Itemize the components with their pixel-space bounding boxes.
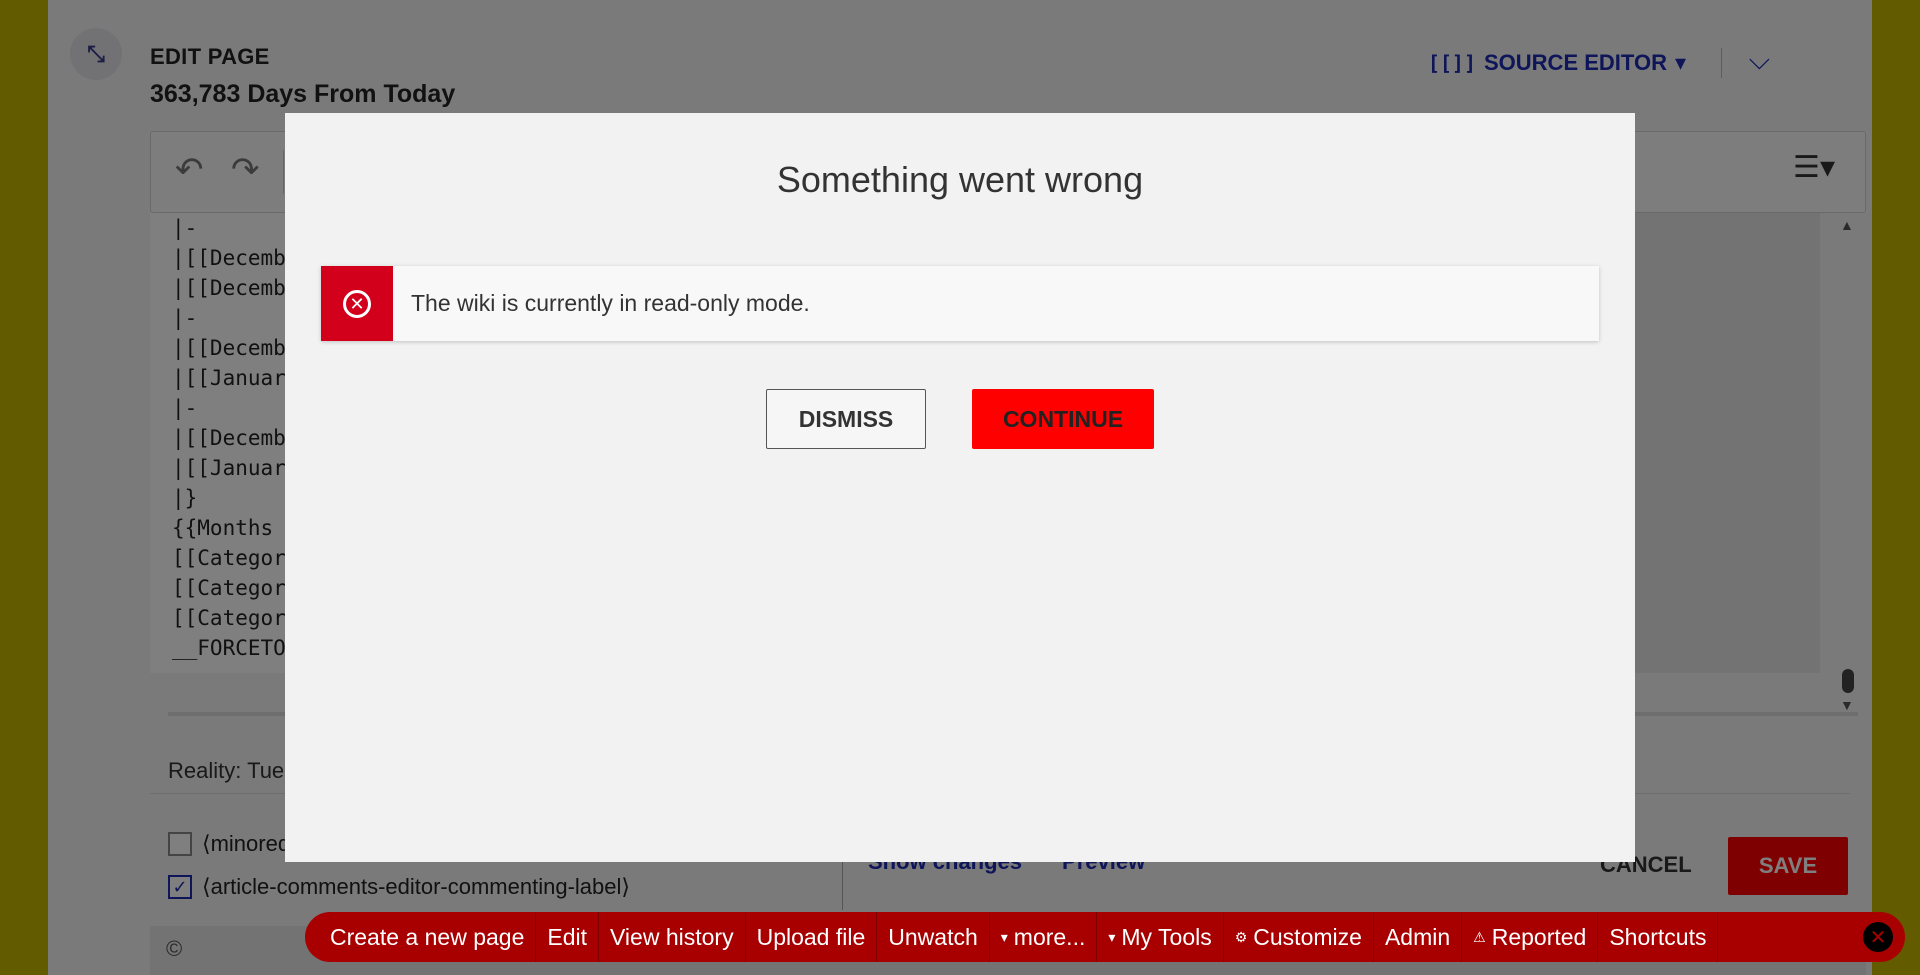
caret-down-icon: ▾ (1108, 928, 1116, 945)
dialog-title: Something went wrong (776, 159, 1144, 200)
dismiss-button[interactable]: DISMISS (766, 389, 926, 449)
close-icon[interactable]: ✕ (1863, 922, 1893, 952)
my-tools-label: My Tools (1121, 923, 1212, 950)
customize-link[interactable]: ⚙ Customize (1224, 912, 1374, 962)
admin-link[interactable]: Admin (1374, 912, 1463, 962)
shortcuts-link[interactable]: Shortcuts (1598, 912, 1719, 962)
reported-label: Reported (1491, 923, 1587, 950)
error-icon-container: ✕ (321, 266, 393, 341)
edit-link[interactable]: Edit (536, 912, 599, 962)
continue-button[interactable]: CONTINUE (972, 389, 1154, 449)
error-dialog: Something went wrong ✕ The wiki is curre… (285, 113, 1635, 862)
more-menu[interactable]: ▾ more... (990, 912, 1098, 962)
caret-down-icon: ▾ (1000, 928, 1008, 945)
error-message-box: ✕ The wiki is currently in read-only mod… (321, 266, 1599, 341)
upload-file-link[interactable]: Upload file (746, 912, 878, 962)
unwatch-link[interactable]: Unwatch (877, 912, 990, 962)
reported-link[interactable]: ⚠ Reported (1462, 912, 1599, 962)
create-page-link[interactable]: Create a new page (319, 912, 537, 962)
error-icon: ✕ (343, 289, 371, 318)
view-history-link[interactable]: View history (599, 912, 746, 962)
gear-icon: ⚙ (1234, 928, 1248, 945)
my-tools-menu[interactable]: ▾ My Tools (1097, 912, 1224, 962)
wiki-toolbar: Create a new page Edit View history Uplo… (305, 912, 1905, 962)
customize-label: Customize (1253, 923, 1362, 950)
error-message: The wiki is currently in read-only mode. (411, 290, 810, 316)
warning-icon: ⚠ (1473, 928, 1486, 945)
more-menu-label: more... (1013, 923, 1086, 950)
